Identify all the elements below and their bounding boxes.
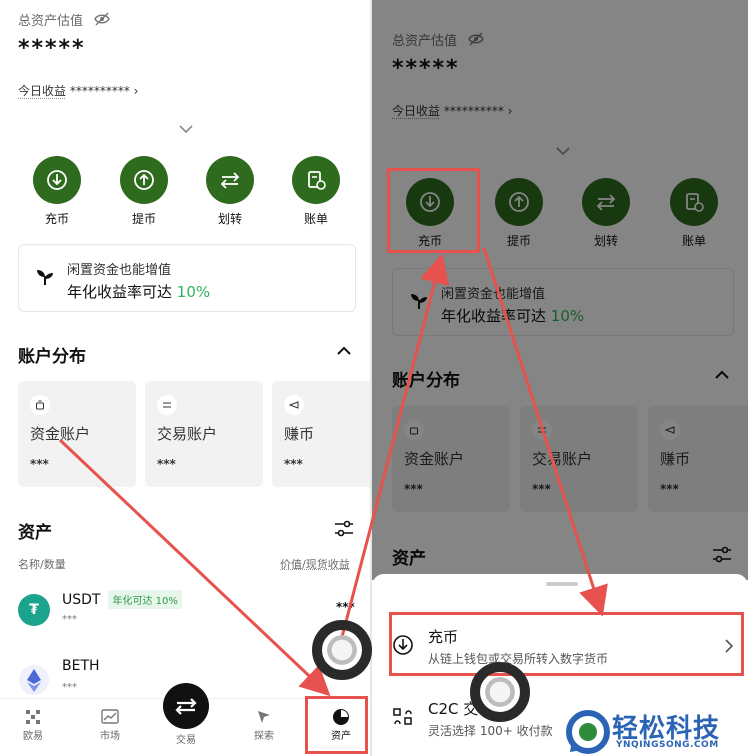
chevron-up-icon[interactable] (336, 346, 352, 356)
withdraw-icon (134, 170, 154, 190)
touch-indicator (470, 662, 530, 722)
deposit-button[interactable]: 充币 (25, 156, 89, 227)
today-pnl[interactable]: 今日收益 ********** › (18, 82, 138, 99)
earn-promo-banner[interactable]: 闲置资金也能增值 年化收益率可达 10% (18, 244, 356, 312)
watermark-subtext: YNQINGSONG.COM (616, 740, 719, 750)
explore-icon (258, 711, 270, 723)
watermark-mark-icon (566, 710, 610, 754)
funding-account-card[interactable]: 资金账户 *** (18, 381, 136, 487)
promo-line2: 年化收益率可达 10% (67, 281, 210, 302)
beth-name: BETH (62, 658, 100, 674)
promo-line1: 闲置资金也能增值 (67, 263, 172, 278)
earn-icon (284, 395, 304, 415)
total-assets-label: 总资产估值 (18, 14, 84, 29)
highlight-onchain-option (389, 612, 744, 676)
c2c-users-icon (393, 708, 412, 725)
trading-account-name: 交易账户 (157, 425, 218, 443)
sprout-icon (37, 270, 53, 285)
filter-sliders-icon[interactable] (334, 520, 354, 538)
promo-line2-prefix: 年化收益率可达 (67, 283, 173, 301)
touch-indicator (312, 620, 372, 680)
withdraw-label: 提币 (131, 212, 156, 226)
modal-backdrop[interactable] (372, 0, 748, 580)
trading-account-card[interactable]: 交易账户 *** (145, 381, 263, 487)
assets-title: 资产 (18, 523, 52, 543)
funding-account-name: 资金账户 (30, 425, 91, 443)
trade-icon (163, 683, 209, 729)
trading-account-value: *** (157, 457, 176, 471)
deposit-label: 充币 (44, 212, 69, 226)
tab-home-label: 欧易 (23, 731, 43, 742)
highlight-deposit-button (387, 168, 480, 253)
usdt-amount: *** (62, 614, 77, 625)
withdraw-button[interactable]: 提币 (112, 156, 176, 227)
beth-row[interactable]: BETH (62, 658, 100, 674)
usdt-value: *** (336, 600, 355, 614)
bill-button[interactable]: 账单 (284, 156, 348, 227)
chevron-down-icon[interactable] (178, 124, 194, 134)
sheet-grab-handle[interactable] (546, 582, 578, 586)
tab-market[interactable]: 市场 (80, 707, 140, 742)
promo-rate: 10% (176, 283, 211, 301)
transfer-label: 划转 (217, 212, 242, 226)
earn-account-card[interactable]: 赚币 *** (272, 381, 370, 487)
bill-label: 账单 (303, 212, 328, 226)
today-pnl-label: 今日收益 (18, 84, 67, 98)
swap-icon (157, 395, 177, 415)
usdt-coin-icon: ₮ (18, 594, 50, 626)
usdt-name: USDT (62, 591, 101, 608)
earn-account-name: 赚币 (284, 425, 315, 443)
tab-explore[interactable]: 探索 (234, 707, 294, 742)
usdt-row[interactable]: USDT 年化可达 10% (62, 590, 182, 609)
deposit-icon (47, 170, 67, 190)
transfer-button[interactable]: 划转 (198, 156, 262, 227)
beth-amount: *** (62, 682, 77, 693)
c2c-desc: 灵活选择 100+ 收付款 (428, 724, 553, 738)
chevron-right-icon: › (133, 84, 139, 98)
bill-icon (308, 171, 326, 190)
eye-hidden-icon[interactable] (94, 12, 110, 26)
tab-home[interactable]: 欧易 (3, 707, 63, 742)
transfer-icon (220, 172, 240, 189)
col-value-pnl[interactable]: 价值/现货收益 (280, 556, 350, 572)
col-name-amount: 名称/数量 (18, 558, 66, 571)
eth-coin-icon (19, 665, 49, 695)
tab-explore-label: 探索 (254, 731, 274, 742)
watermark-logo: 轻松科技 YNQINGSONG.COM (566, 704, 746, 756)
earn-account-value: *** (284, 457, 303, 471)
account-distribution-title: 账户分布 (18, 347, 86, 367)
tab-trade[interactable]: 交易 (156, 683, 216, 746)
home-icon (26, 710, 40, 724)
total-assets-value: ***** (18, 36, 86, 61)
funding-account-value: *** (30, 457, 49, 471)
highlight-assets-tab (305, 696, 368, 754)
today-pnl-value: ********** (69, 84, 130, 98)
tab-market-label: 市场 (100, 731, 120, 742)
market-icon (101, 709, 119, 724)
usdt-apy-badge: 年化可达 10% (108, 590, 182, 609)
tab-trade-label: 交易 (176, 735, 196, 746)
wallet-bag-icon (30, 395, 50, 415)
